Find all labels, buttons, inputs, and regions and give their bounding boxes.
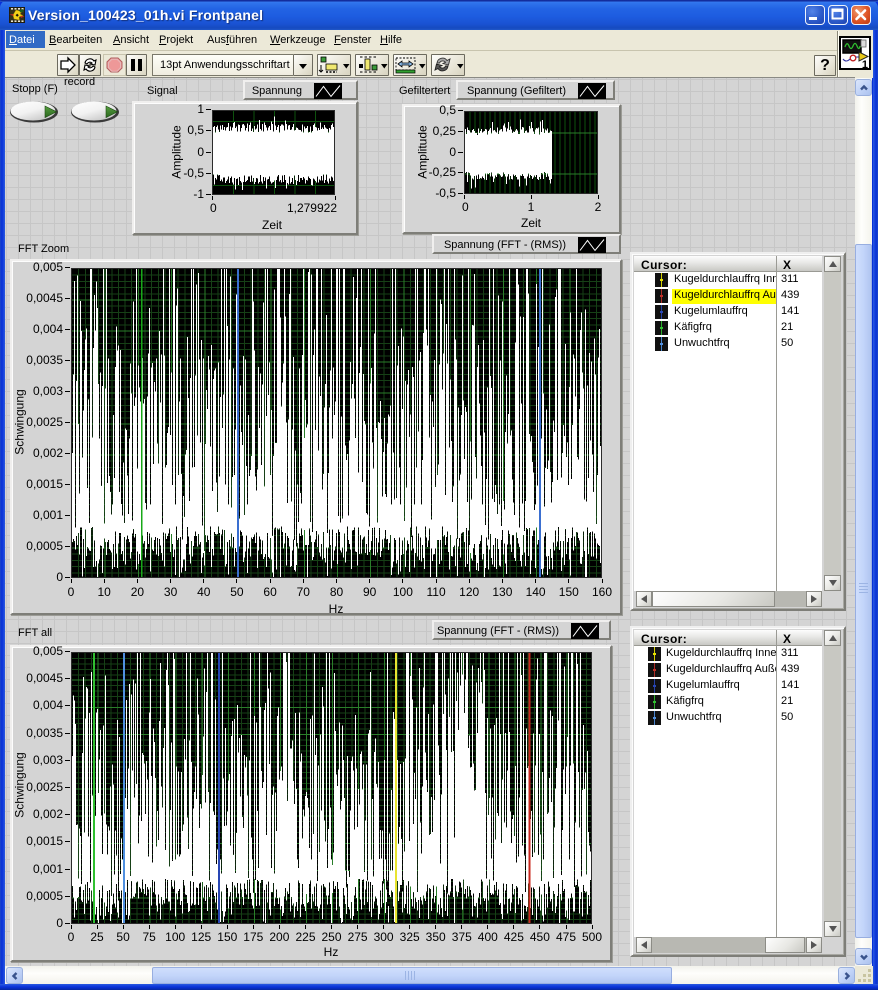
svg-text:1: 1	[862, 59, 868, 70]
